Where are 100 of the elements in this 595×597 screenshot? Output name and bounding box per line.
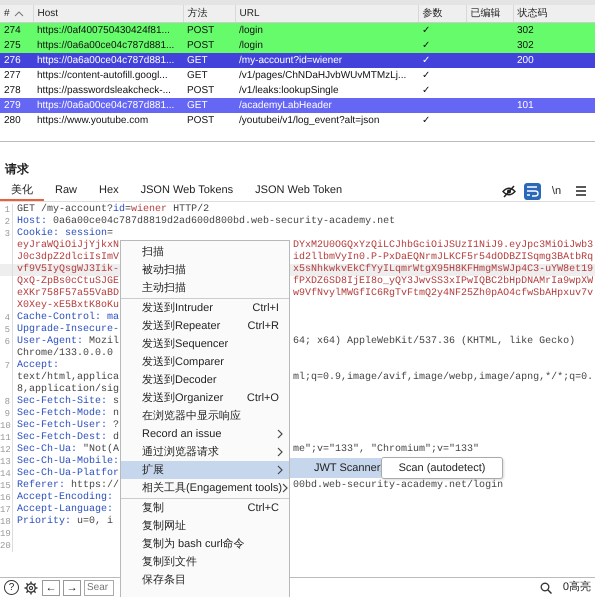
table-cell: 274	[0, 22, 33, 38]
table-cell-text: /v1/leaks:lookupSingle	[238, 84, 340, 98]
code-line: Accept-Encoding:	[17, 492, 114, 503]
table-cell: ✓	[418, 38, 466, 52]
column-header[interactable]: 状态码	[513, 5, 595, 22]
column-header[interactable]: 方法	[183, 5, 235, 22]
code-line: eXKr758F57a55VaBD	[17, 288, 120, 299]
menu-item[interactable]: 发送到Comparer	[121, 353, 289, 371]
table-cell: 200	[513, 52, 595, 68]
editor-tab[interactable]: 美化	[0, 181, 44, 202]
menu-item[interactable]: 扩展	[121, 461, 289, 479]
table-cell: ✓	[418, 52, 466, 68]
table-cell: GET	[183, 68, 235, 82]
table-row[interactable]: 280 https://www.youtube.com POST /youtubei/v1/log_event?alt=json ✓	[0, 112, 595, 128]
search-icon	[540, 582, 552, 594]
table-cell: https://content-autofill.googl...	[33, 68, 183, 82]
menu-item[interactable]: 主动扫描	[121, 279, 289, 297]
line-number: 17	[0, 504, 11, 515]
code-line: Sec-Fetch-Site: s	[17, 396, 120, 407]
menu-item[interactable]: 复制为 bash curl命令	[121, 535, 289, 553]
menu-item[interactable]: 复制网址	[121, 517, 289, 535]
code-line: me";v="133", "Chromium";v="133"	[293, 444, 480, 456]
menu-item[interactable]: 通过浏览器请求	[121, 443, 289, 461]
help-button[interactable]: ?	[4, 580, 19, 595]
table-cell: 302	[513, 38, 595, 52]
table-cell: 279	[0, 98, 33, 112]
table-cell: /academyLabHeader	[235, 98, 418, 112]
code-line: Priority: u=0, i	[17, 516, 114, 527]
table-cell: /login	[235, 38, 418, 52]
table-cell: /my-account?id=wiener	[235, 52, 418, 68]
table-row[interactable]: 276 https://0a6a00ce04c787d881... GET /my-account?id=wiener ✓ 200	[0, 52, 595, 68]
menu-item[interactable]: Scan (autodetect)	[382, 458, 502, 478]
table-row[interactable]: 275 https://0a6a00ce04c787d881... POST /login ✓ 302	[0, 38, 595, 52]
wrap-toggle[interactable]	[524, 182, 541, 200]
back-button[interactable]: ←	[42, 580, 60, 596]
table-cell: POST	[183, 22, 235, 38]
column-header[interactable]: URL	[235, 5, 418, 22]
pane-title: 请求	[4, 160, 30, 178]
newline-toggle[interactable]: \n	[548, 182, 565, 200]
menu-item[interactable]: 发送到Intruder Ctrl+I	[121, 299, 289, 317]
code-line: GET /my-account?id=wiener HTTP/2	[17, 204, 210, 215]
line-number: 5	[4, 324, 10, 335]
editor-tab[interactable]: JSON Web Tokens	[130, 181, 244, 202]
menu-item[interactable]: 保存条目	[121, 571, 289, 589]
menu-icon	[574, 185, 586, 198]
line-number: 1	[4, 204, 10, 215]
menu-item[interactable]: JWT Scanner	[290, 458, 381, 478]
column-header[interactable]: #	[0, 5, 33, 22]
menu-item[interactable]: 发送到Decoder	[121, 371, 289, 389]
table-cell: GET	[183, 52, 235, 68]
line-number: 3	[4, 228, 10, 239]
menu-item[interactable]: 在浏览器中显示响应	[121, 407, 289, 425]
table-row[interactable]: 274 https://0af400750430424f81... POST /login ✓ 302	[0, 22, 595, 38]
settings-button[interactable]	[22, 579, 39, 596]
column-header[interactable]: Host	[33, 5, 183, 22]
menu-item[interactable]: 复制到文件	[121, 553, 289, 571]
code-line: 00bd.web-security-academy.net/login	[293, 480, 504, 492]
menu-item[interactable]: 发送到Sequencer	[121, 335, 289, 353]
table-cell: https://0af400750430424f81...	[33, 22, 183, 38]
menu-item[interactable]: 复制 Ctrl+C	[121, 499, 289, 517]
line-number: 4	[4, 312, 10, 323]
table-row[interactable]: 279 https://0a6a00ce04c787d881... GET /academyLabHeader 101	[0, 98, 595, 112]
line-number: 7	[4, 360, 10, 371]
eye-slash-glyph	[502, 184, 516, 198]
table-cell: POST	[183, 112, 235, 128]
table-row[interactable]: 278 https://passwordsleakcheck-... POST /v1/leaks:lookupSingle ✓	[0, 82, 595, 98]
line-number: 18	[0, 516, 11, 527]
search-field[interactable]: Sear	[84, 580, 114, 596]
table-cell-text: POST	[186, 84, 216, 98]
column-header[interactable]: 参数	[418, 5, 466, 22]
code-line: vf9V5IyQsgWJ3Iik-	[17, 264, 120, 275]
eye-slash-icon[interactable]	[500, 182, 517, 200]
table-row[interactable]: 277 https://content-autofill.googl... GET /v1/pages/ChNDaHJvbWUvMTMzLj... ✓	[0, 68, 595, 82]
table-cell: 280	[0, 112, 33, 128]
line-number: 16	[0, 492, 11, 503]
line-number: 15	[0, 480, 11, 491]
settings-icon	[24, 580, 38, 594]
forward-button[interactable]: →	[63, 580, 81, 596]
column-header[interactable]: 已编辑	[466, 5, 513, 22]
table-cell: https://0a6a00ce04c787d881...	[33, 38, 183, 52]
code-line: ml;q=0.9,image/avif,image/webp,image/apng,*/*;q=0.	[293, 372, 594, 384]
code-line: w9VfNvylMWGfIC6RgTvFtmQ2y4NF25Zh0pAO4cfwSbAHpxuv7v	[293, 288, 594, 300]
editor-tab[interactable]: Hex	[88, 181, 130, 202]
menu-item[interactable]: 发送到Organizer Ctrl+O	[121, 389, 289, 407]
menu-item[interactable]: 发送到Repeater Ctrl+R	[121, 317, 289, 335]
code-line: Sec-Ch-Ua-Mobile:	[17, 456, 120, 467]
menu-item[interactable]: 扫描	[121, 243, 289, 261]
code-line: Cookie: session=	[17, 228, 114, 239]
menu-item[interactable]: Record an issue	[121, 425, 289, 443]
table-cell: 275	[0, 38, 33, 52]
editor-tab[interactable]: JSON Web Token	[244, 181, 354, 202]
editor-tab[interactable]: Raw	[44, 181, 88, 202]
table-cell: POST	[183, 38, 235, 52]
code-line: id2llbmVyIn0.P-PxDaEQNrmJLKCF5r54dODBZISqmg3BAtbRq	[293, 252, 594, 264]
sort-up-icon	[14, 10, 24, 17]
menu-item[interactable]: 被动扫描	[121, 261, 289, 279]
table-cell: /login	[235, 22, 418, 38]
table-cell-text: 278	[3, 84, 22, 98]
menu-item[interactable]: 相关工具(Engagement tools)	[121, 479, 289, 497]
line-number: 13	[0, 456, 11, 467]
